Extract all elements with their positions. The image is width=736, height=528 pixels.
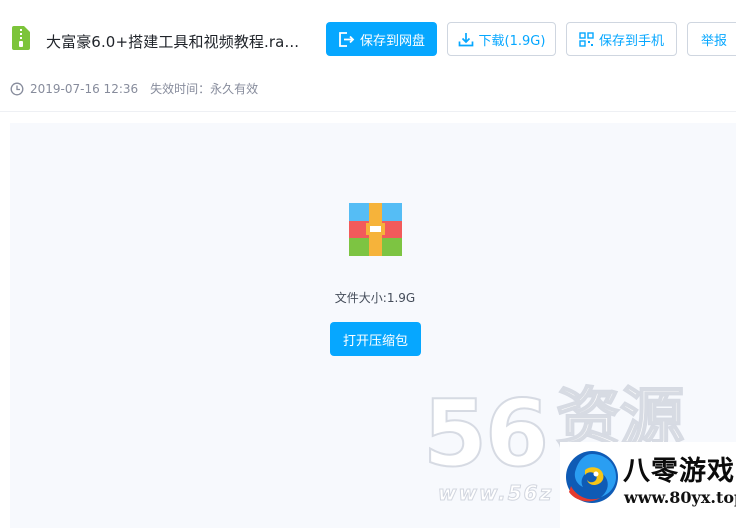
save-to-netdisk-button[interactable]: 保存到网盘 [326, 22, 437, 56]
phone-save-icon [579, 31, 594, 47]
file-name: 大富豪6.0+搭建工具和视频教程.ra... [46, 33, 300, 51]
watermark-number: 56 [422, 380, 550, 487]
open-archive-button[interactable]: 打开压缩包 [330, 322, 421, 356]
archive-icon [349, 203, 402, 256]
watermark-url: www.56z [437, 481, 554, 506]
save-to-phone-button[interactable]: 保存到手机 [566, 22, 677, 56]
download-button[interactable]: 下载(1.9G) [447, 22, 556, 56]
save-to-netdisk-label: 保存到网盘 [359, 33, 425, 49]
file-meta: 2019-07-16 12:36 失效时间：永久有效 [10, 80, 258, 97]
save-netdisk-icon [339, 31, 355, 47]
download-icon [458, 32, 473, 46]
share-header: 大富豪6.0+搭建工具和视频教程.ra... 保存到网盘 下载(1.9G) 保存… [0, 0, 736, 112]
share-date: 2019-07-16 12:36 [30, 81, 139, 96]
save-to-phone-label: 保存到手机 [598, 33, 664, 49]
report-label: 举报 [701, 33, 728, 49]
report-button[interactable]: 举报 [687, 22, 736, 56]
swirl-logo-icon [566, 451, 618, 503]
zip-file-icon [12, 26, 30, 50]
clock-icon [10, 82, 24, 95]
logo-url: www.80yx.top [624, 488, 736, 507]
download-label: 下载(1.9G) [478, 33, 546, 49]
logo-title: 八零游戏 [623, 456, 735, 487]
expire-time: 失效时间：永久有效 [150, 82, 259, 96]
file-size: 文件大小:1.9G [334, 291, 416, 305]
